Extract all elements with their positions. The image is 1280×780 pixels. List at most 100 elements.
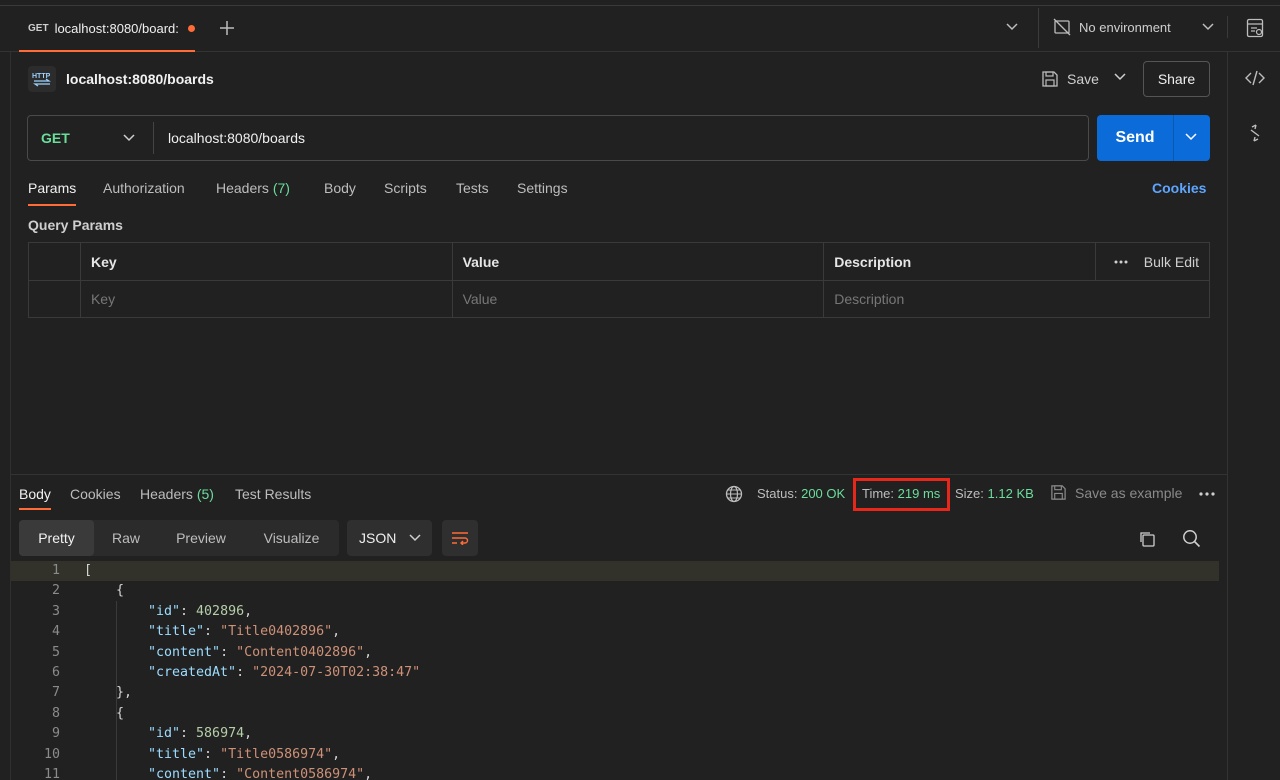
query-params-table: Key Value Description Bulk Edit Key Valu… xyxy=(28,242,1210,318)
json-key: "id" xyxy=(148,726,181,742)
response-divider[interactable] xyxy=(11,474,1227,475)
row-checkbox[interactable] xyxy=(28,280,81,318)
status-value: 200 OK xyxy=(801,486,846,501)
json-value: "2024-07-30T02:38:47" xyxy=(252,665,421,680)
search-icon[interactable] xyxy=(1182,529,1201,548)
send-button[interactable]: Send xyxy=(1097,115,1210,161)
json-value: 586974 xyxy=(196,726,245,742)
environment-selector[interactable]: No environment xyxy=(1053,18,1215,36)
json-value: "Title0402896" xyxy=(220,624,333,640)
tabs-chevron-down-icon[interactable] xyxy=(1005,22,1019,32)
format-label: JSON xyxy=(359,530,397,546)
response-body-editor[interactable]: 1 [ 2 { 3 "id": 402896, 4 "title": "Titl… xyxy=(11,561,1227,780)
view-pretty-button[interactable]: Pretty xyxy=(19,520,94,556)
tab-body[interactable]: Body xyxy=(324,180,356,206)
key-column-header: Key xyxy=(79,242,453,281)
table-header-row: Key Value Description Bulk Edit xyxy=(28,242,1210,281)
status-label: Status: xyxy=(757,486,798,501)
code-text: "createdAt": "2024-07-30T02:38:47" xyxy=(148,665,421,680)
json-key: "content" xyxy=(148,644,221,660)
response-headers-label: Headers xyxy=(140,486,193,502)
code-text: "id": 402896, xyxy=(148,603,253,619)
code-icon[interactable] xyxy=(1245,70,1265,86)
json-key: "content" xyxy=(148,767,221,780)
tab-headers-count: (7) xyxy=(272,180,290,196)
json-value: "Content0586974" xyxy=(236,767,365,780)
copy-icon[interactable] xyxy=(1138,530,1156,548)
send-label[interactable]: Send xyxy=(1097,115,1173,161)
bulk-edit-cell: Bulk Edit xyxy=(1095,242,1210,281)
tab-scripts[interactable]: Scripts xyxy=(384,180,427,206)
view-preview-button[interactable]: Preview xyxy=(158,520,244,556)
send-options-chevron-icon[interactable] xyxy=(1184,132,1198,142)
tab-params[interactable]: Params xyxy=(28,180,77,206)
size-value: 1.12 KB xyxy=(987,486,1034,501)
json-key: "createdAt" xyxy=(148,665,237,680)
request-title: HTTP localhost:8080/boards xyxy=(28,66,214,92)
response-tab-headers[interactable]: Headers (5) xyxy=(140,486,214,510)
save-options-chevron-icon[interactable] xyxy=(1113,72,1127,82)
line-number: 1 xyxy=(51,563,60,578)
related-icon[interactable] xyxy=(1245,124,1265,142)
bulk-edit-button[interactable]: Bulk Edit xyxy=(1144,254,1199,270)
line-number: 4 xyxy=(51,624,60,640)
response-tab-cookies[interactable]: Cookies xyxy=(70,486,121,510)
line-number: 3 xyxy=(51,603,60,619)
value-input[interactable]: Value xyxy=(451,280,825,318)
view-raw-button[interactable]: Raw xyxy=(94,520,158,556)
line-number: 5 xyxy=(51,644,60,660)
response-tab-body[interactable]: Body xyxy=(19,486,51,510)
description-input[interactable]: Description xyxy=(823,280,1210,318)
response-size[interactable]: Size: 1.12 KB xyxy=(955,486,1034,501)
json-value: "Content0402896" xyxy=(236,644,365,660)
code-text: "title": "Title0402896", xyxy=(148,624,341,640)
code-text: "title": "Title0586974", xyxy=(148,746,341,762)
code-text: "id": 586974, xyxy=(148,726,253,742)
more-icon[interactable] xyxy=(1114,260,1128,264)
response-tab-test-results[interactable]: Test Results xyxy=(235,486,311,510)
request-name[interactable]: localhost:8080/boards xyxy=(66,71,214,87)
save-as-example-button[interactable]: Save as example xyxy=(1050,484,1182,501)
code-line: 3 "id": 402896, xyxy=(11,602,1227,622)
line-number: 8 xyxy=(51,705,60,721)
divider xyxy=(1038,8,1039,48)
plus-icon[interactable] xyxy=(217,18,237,38)
chevron-down-icon xyxy=(408,533,422,543)
code-line: 2 { xyxy=(11,581,1227,601)
more-icon[interactable] xyxy=(1199,492,1215,496)
format-select[interactable]: JSON xyxy=(347,520,432,556)
json-key: "id" xyxy=(148,603,181,619)
tab-tests[interactable]: Tests xyxy=(456,180,489,206)
tab-bar: GET localhost:8080/board: No environment xyxy=(0,0,1280,52)
code-line: 7 }, xyxy=(11,683,1227,703)
view-visualize-button[interactable]: Visualize xyxy=(244,520,339,556)
tab-authorization[interactable]: Authorization xyxy=(103,180,185,206)
environment-panel-icon[interactable] xyxy=(1246,18,1264,38)
code-text: "content": "Content0402896", xyxy=(148,644,373,660)
key-input[interactable]: Key xyxy=(79,280,453,318)
tab-headers[interactable]: Headers (7) xyxy=(216,180,290,206)
method-select[interactable]: GET xyxy=(41,130,70,146)
code-line: 5 "content": "Content0402896", xyxy=(11,643,1227,663)
cookies-link[interactable]: Cookies xyxy=(1152,180,1206,196)
globe-icon[interactable] xyxy=(725,485,743,503)
method-chevron-down-icon[interactable] xyxy=(122,133,136,143)
divider xyxy=(1227,16,1228,38)
wrap-icon[interactable] xyxy=(442,520,478,556)
line-number: 10 xyxy=(43,746,60,762)
tab-headers-label: Headers xyxy=(216,180,269,196)
json-key: "title" xyxy=(148,746,205,762)
url-bar: GET localhost:8080/boards xyxy=(27,115,1089,161)
save-button[interactable]: Save xyxy=(1041,62,1099,96)
json-value: "Title0586974" xyxy=(220,746,333,762)
tab-settings[interactable]: Settings xyxy=(517,180,568,206)
request-tab[interactable]: GET localhost:8080/board: xyxy=(19,6,195,52)
response-status[interactable]: Status: 200 OK xyxy=(757,486,845,501)
line-number: 9 xyxy=(51,726,60,742)
line-number: 6 xyxy=(51,665,60,680)
url-input[interactable]: localhost:8080/boards xyxy=(168,130,305,146)
code-line: 10 "title": "Title0586974", xyxy=(11,745,1227,765)
line-number: 2 xyxy=(51,583,60,599)
chevron-down-icon xyxy=(1201,22,1215,32)
share-button[interactable]: Share xyxy=(1143,61,1210,97)
